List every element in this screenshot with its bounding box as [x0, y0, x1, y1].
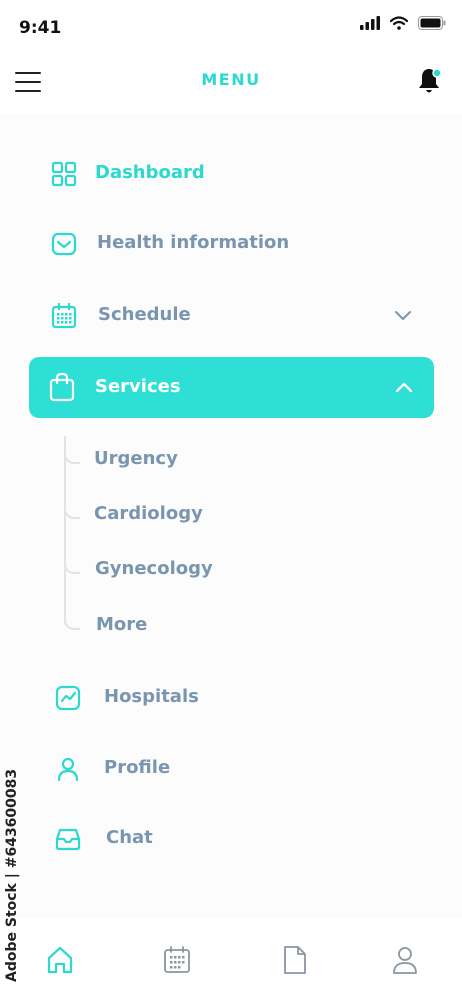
menu-item-schedule[interactable]: Schedule [0, 291, 462, 343]
menu-label-dashboard: Dashboard [95, 162, 205, 183]
calendar-icon[interactable] [162, 944, 192, 976]
document-icon[interactable] [280, 944, 310, 976]
mail-icon [51, 232, 77, 256]
submenu-label-urgency: Urgency [94, 448, 178, 469]
menu-item-health-information[interactable]: Health information [0, 219, 462, 271]
menu-item-hospitals[interactable]: Hospitals [0, 673, 462, 725]
grid-icon [51, 161, 77, 187]
user-icon[interactable] [390, 944, 420, 976]
notification-bell-icon[interactable] [416, 66, 444, 98]
calendar-icon [51, 302, 77, 329]
submenu-label-gynecology: Gynecology [95, 558, 213, 579]
menu-label-chat: Chat [106, 827, 153, 848]
menu-label-health-information: Health information [97, 232, 290, 253]
battery-icon [418, 16, 446, 30]
menu-label-hospitals: Hospitals [104, 686, 199, 707]
page-title: MENU [201, 70, 261, 89]
menu-panel: Dashboard Health information Schedule Se… [0, 114, 462, 920]
submenu-label-more: More [96, 614, 148, 635]
status-bar: 9:41 [0, 0, 462, 56]
submenu-tree-line [64, 436, 66, 624]
chart-icon [55, 685, 81, 711]
menu-label-services: Services [95, 376, 181, 397]
home-icon[interactable] [45, 944, 75, 976]
menu-label-schedule: Schedule [98, 304, 191, 325]
menu-item-dashboard[interactable]: Dashboard [0, 149, 462, 201]
header: MENU [0, 56, 462, 114]
menu-item-services[interactable]: Services [29, 357, 434, 418]
status-icons [360, 16, 446, 30]
shopping-bag-icon [49, 372, 75, 402]
signal-icon [360, 16, 380, 30]
menu-item-profile[interactable]: Profile [0, 744, 462, 796]
watermark-text: Adobe Stock | #643600083 [4, 768, 20, 982]
inbox-icon [55, 828, 81, 851]
chevron-down-icon [395, 311, 411, 320]
status-time: 9:41 [19, 18, 62, 38]
chevron-up-icon [395, 382, 413, 393]
submenu-label-cardiology: Cardiology [94, 503, 203, 524]
menu-label-profile: Profile [104, 757, 171, 778]
menu-item-chat[interactable]: Chat [0, 814, 462, 866]
user-icon [57, 757, 79, 782]
wifi-icon [390, 16, 408, 30]
